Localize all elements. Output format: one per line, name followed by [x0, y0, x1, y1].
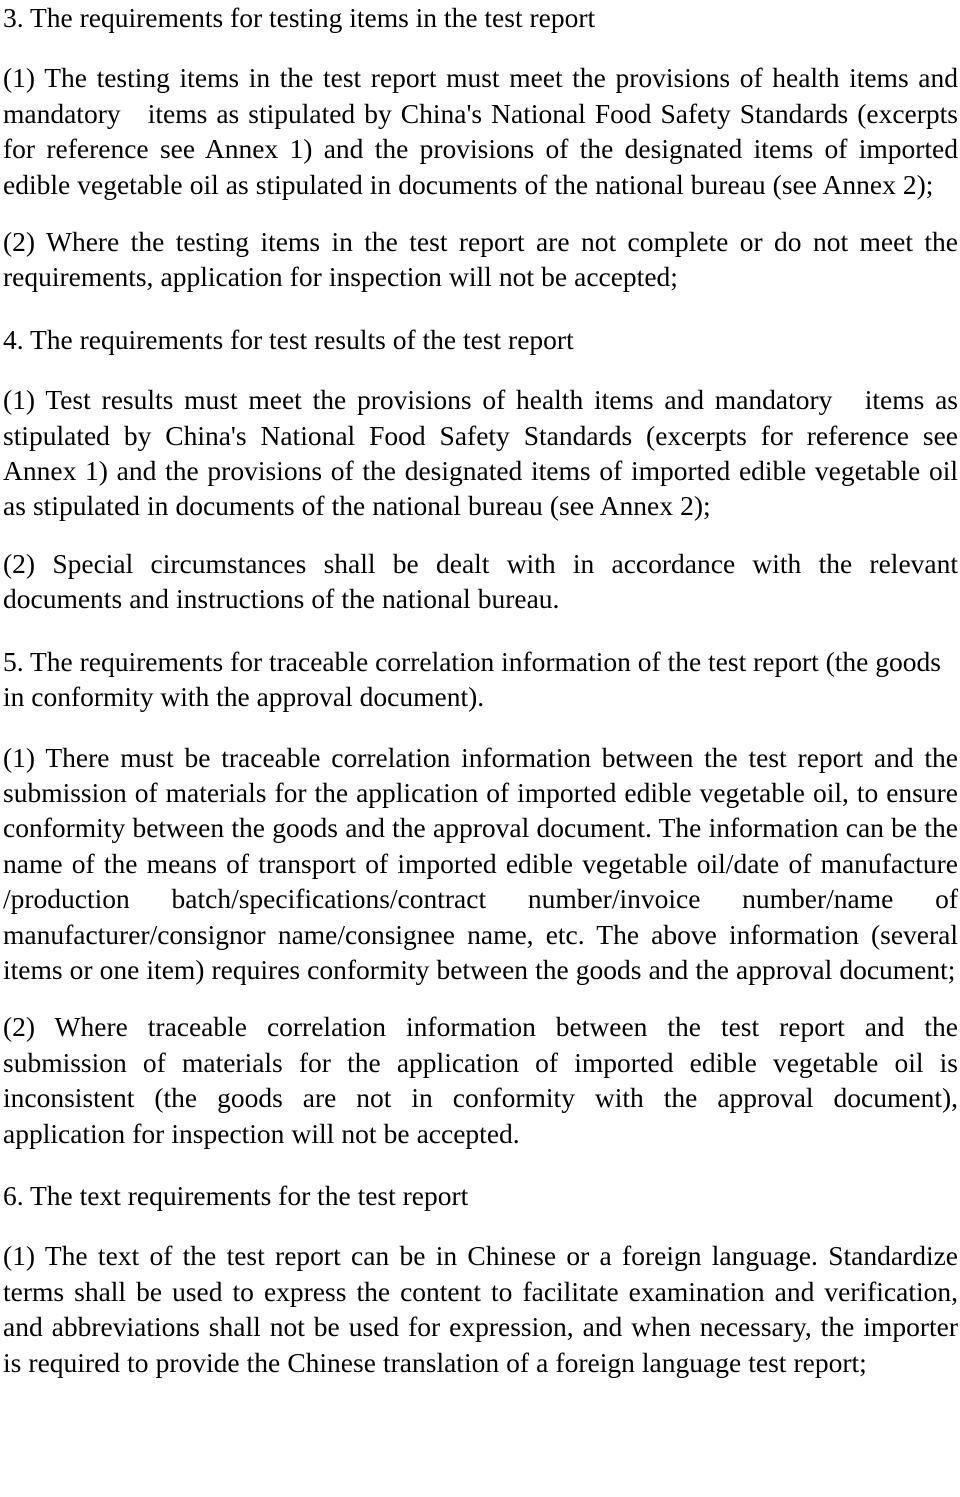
paragraph-5-2: (2) Where traceable correlation informat…: [3, 1011, 958, 1149]
paragraph-5-1: (1) There must be traceable correlation …: [3, 741, 958, 985]
vertical-spacer: [3, 1213, 958, 1238]
section-heading-5: 5. The requirements for traceable correl…: [3, 645, 948, 713]
vertical-spacer: [3, 524, 958, 546]
section-heading-3: 3. The requirements for testing items in…: [3, 2, 596, 33]
vertical-spacer: [3, 1151, 958, 1178]
paragraph-4-2: (2) Special circumstances shall be dealt…: [3, 547, 958, 615]
vertical-spacer: [3, 35, 958, 60]
paragraph-6-1: (1) The text of the test report can be i…: [3, 1240, 958, 1378]
vertical-spacer: [3, 617, 958, 644]
paragraph-3-1: (1) The testing items in the test report…: [3, 62, 958, 200]
section-heading-4: 4. The requirements for test results of …: [3, 323, 574, 355]
paragraph-3-2: (2) Where the testing items in the test …: [3, 226, 958, 293]
paragraph-4-1: (1) Test results must meet the provision…: [3, 384, 958, 522]
vertical-spacer: [3, 715, 958, 740]
vertical-spacer: [3, 202, 958, 224]
section-heading-6: 6. The text requirements for the test re…: [3, 1179, 469, 1211]
vertical-spacer: [3, 357, 958, 382]
document-page: 3. The requirements for testing items in…: [0, 0, 960, 1497]
vertical-spacer: [3, 295, 958, 322]
vertical-spacer: [3, 987, 958, 1009]
